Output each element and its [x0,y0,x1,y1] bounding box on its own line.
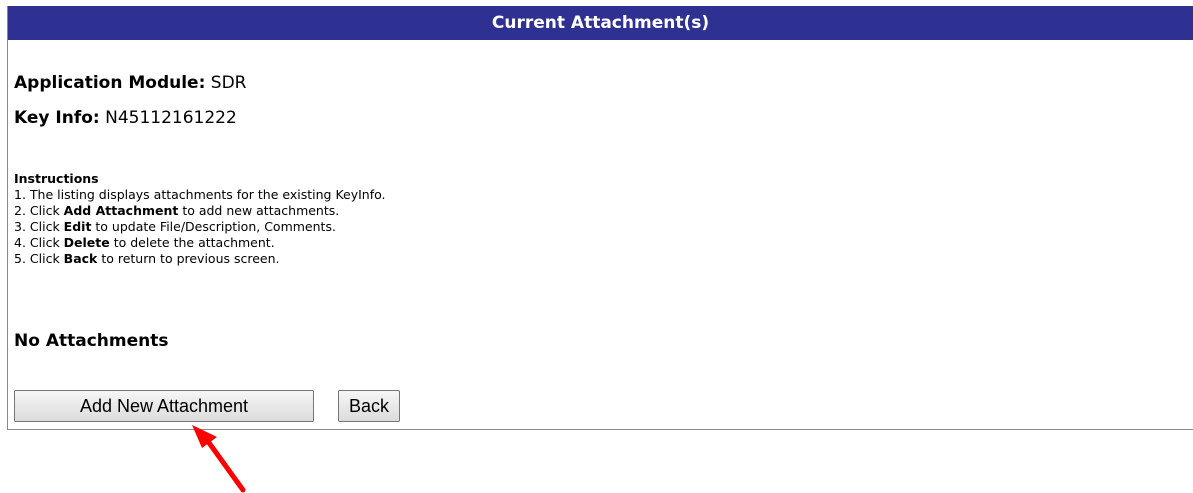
instructions-title: Instructions [14,171,99,186]
back-button[interactable]: Back [338,390,400,422]
instruction-item: 2. Click Add Attachment to add new attac… [14,203,386,219]
instruction-keyword: Add Attachment [63,203,179,218]
instruction-text: 5. Click [14,251,64,266]
instruction-item: 1. The listing displays attachments for … [14,187,386,203]
instruction-keyword: Back [63,251,98,266]
instruction-text: to add new attachments. [178,203,340,218]
instruction-text: to return to previous screen. [97,251,280,266]
add-new-attachment-button[interactable]: Add New Attachment [14,390,314,422]
key-info-value: N45112161222 [105,108,237,128]
instruction-keyword: Delete [63,235,110,250]
panel-title: Current Attachment(s) [491,13,710,33]
instruction-keyword: Edit [63,219,92,234]
application-module-line: Application Module: SDR [14,72,246,94]
instruction-item: 5. Click Back to return to previous scre… [14,251,386,267]
instruction-text: 3. Click [14,219,64,234]
no-attachments-message: No Attachments [14,331,169,351]
instruction-item: 4. Click Delete to delete the attachment… [14,235,386,251]
instruction-item: 3. Click Edit to update File/Description… [14,219,386,235]
instruction-text: to update File/Description, Comments. [91,219,336,234]
application-module-value: SDR [210,73,247,93]
application-module-label: Application Module: [14,73,206,93]
instruction-text: 4. Click [14,235,64,250]
instruction-text: 2. Click [14,203,64,218]
key-info-line: Key Info: N45112161222 [14,107,237,129]
instruction-text: 1. The listing displays attachments for … [14,187,386,202]
panel-header: Current Attachment(s) [8,6,1193,40]
instruction-text: to delete the attachment. [109,235,275,250]
arrow-shaft [204,437,246,493]
instructions-block: Instructions 1. The listing displays att… [14,171,386,267]
attachments-panel: Current Attachment(s) Application Module… [7,6,1193,430]
key-info-label: Key Info: [14,108,100,128]
